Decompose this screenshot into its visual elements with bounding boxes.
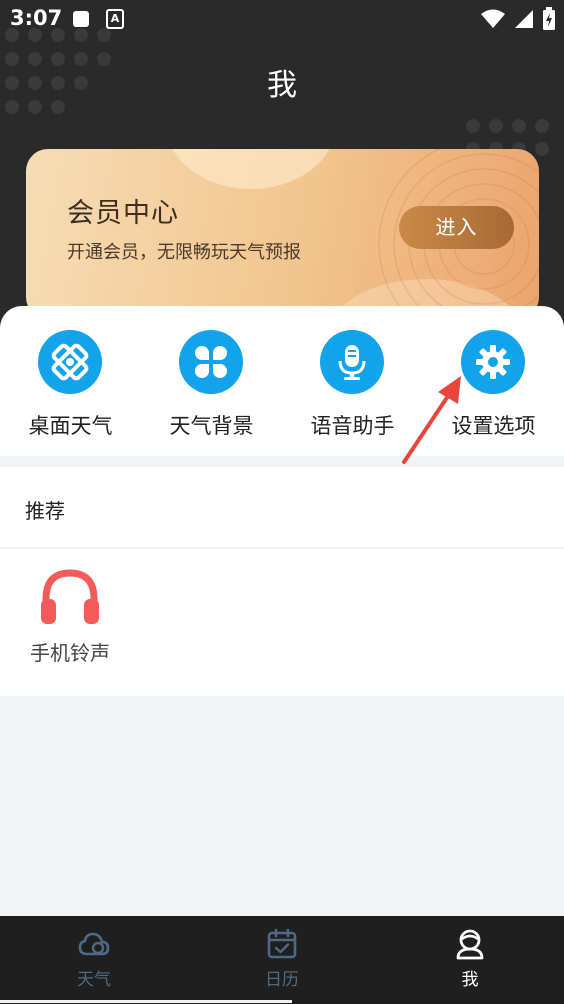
calendar-icon	[267, 928, 297, 959]
cellular-signal-icon	[515, 10, 533, 28]
annotation-arrow	[402, 376, 461, 464]
recommend-item-label: 手机铃声	[30, 641, 110, 665]
tab-label: 日历	[265, 970, 299, 990]
home-indicator	[0, 1000, 292, 1003]
decorative-blob	[166, 149, 336, 189]
action-label: 天气背景	[169, 414, 254, 438]
headphones-icon	[41, 569, 99, 624]
cloud-icon	[78, 932, 110, 956]
desktop-widget-icon	[38, 330, 102, 394]
action-label: 桌面天气	[28, 414, 113, 438]
status-icons	[480, 6, 556, 32]
accessibility-a-icon: A	[106, 9, 124, 29]
microphone-icon	[320, 330, 384, 394]
action-weather-background[interactable]: 天气背景	[141, 306, 282, 456]
page-title: 我	[267, 68, 297, 103]
vip-title: 会员中心	[67, 198, 179, 229]
gear-icon	[461, 330, 525, 394]
recommend-section: 推荐 手机铃声	[0, 467, 564, 696]
notification-square-icon	[73, 11, 89, 27]
tab-label: 天气	[77, 970, 111, 990]
tab-me[interactable]: 我	[376, 916, 564, 1004]
vip-subtitle: 开通会员，无限畅玩天气预报	[67, 242, 301, 263]
status-bar: 3:07 A	[0, 0, 564, 38]
wifi-icon	[481, 9, 505, 28]
vip-enter-button[interactable]: 进入	[399, 206, 514, 249]
tab-weather[interactable]: 天气	[0, 916, 188, 1004]
recommend-item-ringtone[interactable]: 手机铃声	[20, 563, 120, 673]
divider	[0, 547, 564, 549]
quick-actions: 桌面天气 天气背景 语音助手 设置选项	[0, 306, 564, 456]
tab-calendar[interactable]: 日历	[188, 916, 376, 1004]
clover-icon	[179, 330, 243, 394]
user-icon	[456, 929, 484, 960]
battery-charging-icon	[543, 7, 555, 30]
status-time: 3:07	[10, 6, 63, 30]
vip-center-card[interactable]: 会员中心 开通会员，无限畅玩天气预报 进入	[26, 149, 539, 319]
recommend-title: 推荐	[25, 499, 65, 523]
bottom-tab-bar: 天气 日历 我	[0, 916, 564, 1004]
action-desktop-weather[interactable]: 桌面天气	[0, 306, 141, 456]
tab-label: 我	[461, 970, 479, 990]
